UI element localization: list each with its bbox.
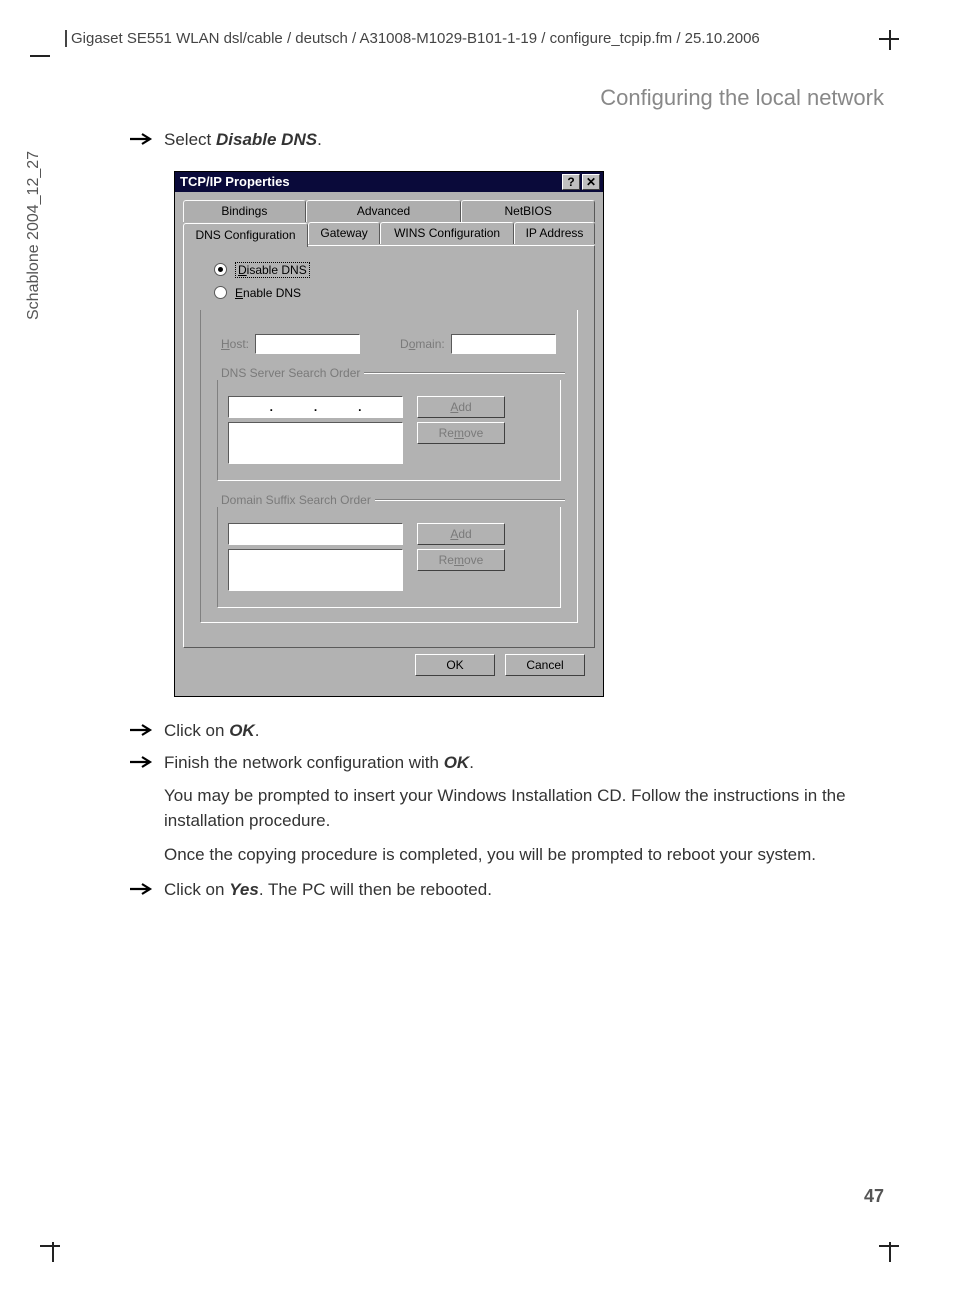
paragraph-reboot-prompt: Once the copying procedure is completed,… bbox=[164, 843, 890, 868]
sidebar-template-label: Schablone 2004_12_27 bbox=[25, 151, 43, 320]
crop-mark bbox=[889, 1242, 891, 1262]
crop-mark bbox=[52, 1242, 54, 1262]
crop-mark bbox=[30, 55, 50, 57]
radio-icon bbox=[214, 286, 227, 299]
dns-list[interactable] bbox=[228, 422, 403, 464]
crop-mark bbox=[889, 30, 891, 50]
arrow-icon bbox=[130, 132, 156, 146]
step-finish-ok: Finish the network configuration with OK… bbox=[130, 751, 890, 776]
dialog-titlebar: TCP/IP Properties ? ✕ bbox=[175, 172, 603, 192]
add-button[interactable]: Add bbox=[417, 523, 505, 545]
page-number: 47 bbox=[864, 1186, 884, 1207]
dns-server-search-order-label: DNS Server Search Order bbox=[221, 366, 565, 380]
tab-dns-configuration[interactable]: DNS Configuration bbox=[183, 223, 308, 247]
close-icon[interactable]: ✕ bbox=[582, 174, 600, 190]
radio-disable-dns[interactable]: Disable DNS bbox=[214, 262, 582, 278]
tab-wins-configuration[interactable]: WINS Configuration bbox=[380, 222, 514, 244]
host-label: Host: bbox=[221, 337, 249, 351]
arrow-icon bbox=[130, 882, 156, 896]
cancel-button[interactable]: Cancel bbox=[505, 654, 585, 676]
tab-gateway[interactable]: Gateway bbox=[308, 222, 380, 244]
suffix-input[interactable] bbox=[228, 523, 403, 545]
step-click-ok: Click on OK. bbox=[130, 719, 890, 744]
host-input[interactable] bbox=[255, 334, 360, 354]
section-title: Configuring the local network bbox=[600, 85, 884, 111]
arrow-icon bbox=[130, 755, 156, 769]
tab-ip-address[interactable]: IP Address bbox=[514, 222, 595, 244]
dns-ip-input[interactable]: ... bbox=[228, 396, 403, 418]
dns-configuration-panel: Disable DNS Enable DNS Host: bbox=[183, 245, 595, 648]
screenshot-tcpip-dialog: TCP/IP Properties ? ✕ Bindings Advanced … bbox=[174, 171, 890, 697]
domain-input[interactable] bbox=[451, 334, 556, 354]
arrow-icon bbox=[130, 723, 156, 737]
radio-icon bbox=[214, 263, 227, 276]
crop-mark bbox=[40, 1245, 60, 1247]
remove-button[interactable]: Remove bbox=[417, 549, 505, 571]
page-content: Select Disable DNS. TCP/IP Properties ? … bbox=[130, 122, 890, 910]
add-button[interactable]: Add bbox=[417, 396, 505, 418]
suffix-list[interactable] bbox=[228, 549, 403, 591]
tab-netbios[interactable]: NetBIOS bbox=[461, 200, 595, 222]
paragraph-cd-prompt: You may be prompted to insert your Windo… bbox=[164, 784, 890, 833]
header-path: Gigaset SE551 WLAN dsl/cable / deutsch /… bbox=[65, 30, 760, 47]
radio-enable-dns[interactable]: Enable DNS bbox=[214, 286, 582, 300]
remove-button[interactable]: Remove bbox=[417, 422, 505, 444]
domain-label: Domain: bbox=[400, 337, 445, 351]
tcpip-properties-dialog: TCP/IP Properties ? ✕ Bindings Advanced … bbox=[174, 171, 604, 697]
step-select-disable-dns: Select Disable DNS. bbox=[130, 128, 890, 153]
help-icon[interactable]: ? bbox=[562, 174, 580, 190]
tab-advanced[interactable]: Advanced bbox=[306, 200, 462, 222]
ok-button[interactable]: OK bbox=[415, 654, 495, 676]
domain-suffix-search-order-label: Domain Suffix Search Order bbox=[221, 493, 565, 507]
tab-bindings[interactable]: Bindings bbox=[183, 200, 306, 222]
step-click-yes: Click on Yes. The PC will then be reboot… bbox=[130, 878, 890, 903]
dialog-title: TCP/IP Properties bbox=[178, 174, 560, 189]
